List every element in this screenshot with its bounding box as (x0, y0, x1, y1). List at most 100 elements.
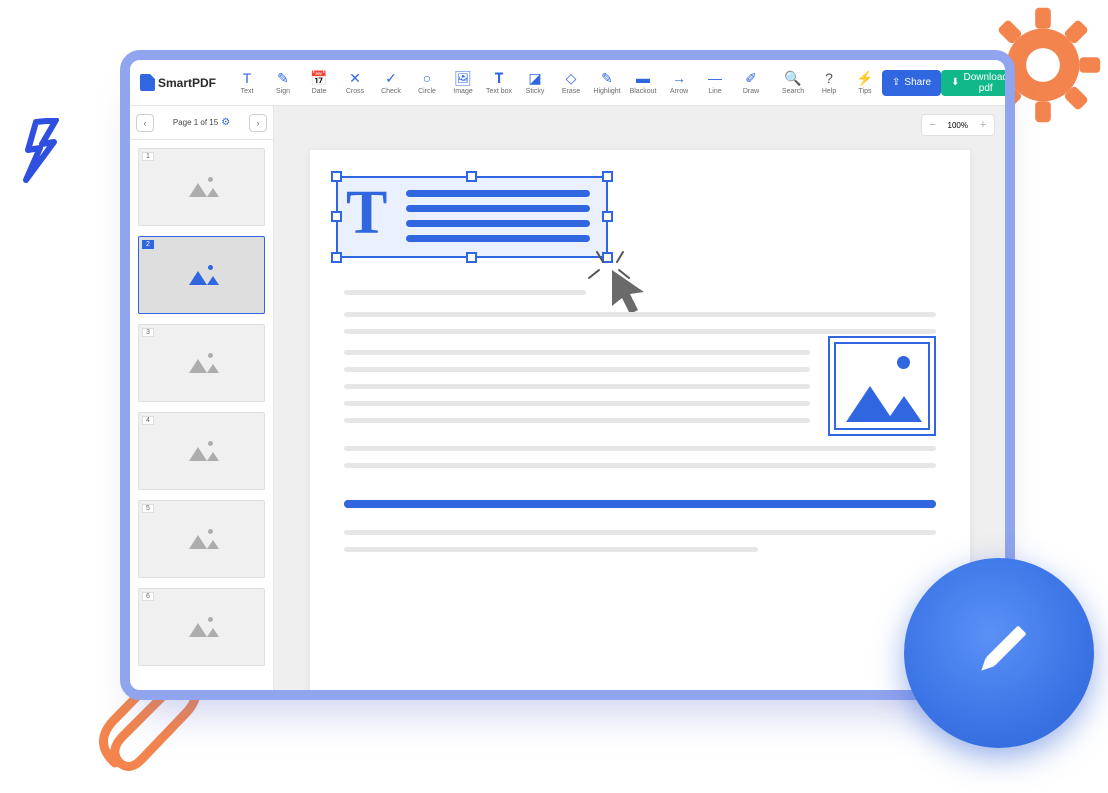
download-icon: ⬇ (951, 77, 959, 88)
resize-handle[interactable] (602, 211, 613, 222)
tool-erase[interactable]: ◇ Erase (554, 65, 588, 101)
selected-textbox[interactable]: T (336, 176, 608, 258)
tool-check[interactable]: ✓Check (374, 65, 408, 101)
resize-handle[interactable] (331, 211, 342, 222)
tool-label: Arrow (670, 88, 688, 95)
page-settings-icon[interactable]: ⚙ (221, 117, 230, 128)
resize-handle[interactable] (602, 171, 613, 182)
utility-tools: 🔍 Search? Help ⚡ Tips (776, 65, 882, 101)
tool-text[interactable]: T Text (230, 65, 264, 101)
tool-label: Sign (276, 88, 290, 95)
zoom-in-button[interactable]: + (972, 114, 994, 136)
tool-sign[interactable]: ✎ Sign (266, 65, 300, 101)
thumbnail-page-5[interactable]: 5 (138, 500, 265, 578)
thumbnail-page-6[interactable]: 6 (138, 588, 265, 666)
brand-logo: SmartPDF (140, 74, 216, 91)
page-indicator: Page 1 of 15 ⚙ (173, 117, 230, 128)
pencil-icon (960, 614, 1038, 692)
image-icon (189, 177, 215, 197)
tips-icon: ⚡ (856, 70, 873, 86)
util-tips[interactable]: ⚡ Tips (848, 65, 882, 101)
tool-image[interactable]: 🖼 Image (446, 65, 480, 101)
image-placeholder[interactable] (828, 336, 936, 436)
thumbnail-sidebar: ‹ Page 1 of 15 ⚙ › 1 2 3 4 5 6 (130, 106, 274, 690)
util-search[interactable]: 🔍 Search (776, 65, 810, 101)
tool-label: Line (708, 88, 721, 95)
text-content (344, 290, 810, 307)
date-icon: 📅 (310, 70, 327, 86)
tool-palette: T Text ✎ Sign 📅 Date ✕Cross✓Check ○ Circle 🖼 Image… (230, 65, 768, 101)
tool-sticky[interactable]: ◪Sticky (518, 65, 552, 101)
tool-label: Circle (418, 88, 436, 95)
image-icon: 🖼 (454, 70, 472, 86)
blackout-icon: ▬ (636, 70, 650, 86)
tool-highlight[interactable]: ✎ Highlight (590, 65, 624, 101)
sticky-icon: ◪ (528, 70, 541, 86)
cross-icon: ✕ (349, 70, 361, 86)
tool-label: Erase (562, 88, 580, 95)
image-icon (189, 617, 215, 637)
next-page-button[interactable]: › (249, 114, 267, 132)
page-label: Page 1 of 15 (173, 118, 218, 127)
tool-draw[interactable]: ✐Draw (734, 65, 768, 101)
line-icon: — (708, 70, 722, 86)
text-content (344, 500, 936, 520)
tool-blackout[interactable]: ▬ Blackout (626, 65, 660, 101)
thumb-number: 1 (142, 152, 154, 161)
tool-label: Image (453, 88, 472, 95)
tool-textbox[interactable]: 𝐓Text box (482, 65, 516, 101)
share-button[interactable]: ⇪ Share (882, 70, 941, 96)
tool-arrow[interactable]: → Arrow (662, 65, 696, 101)
document-canvas: − 100% + T (274, 106, 1005, 690)
tool-circle[interactable]: ○ Circle (410, 65, 444, 101)
zoom-out-button[interactable]: − (922, 114, 944, 136)
circle-icon: ○ (423, 70, 431, 86)
tool-cross[interactable]: ✕Cross (338, 65, 372, 101)
util-label: Tips (859, 88, 872, 95)
thumbnail-page-1[interactable]: 1 (138, 148, 265, 226)
help-icon: ? (825, 70, 833, 86)
tool-label: Blackout (630, 88, 657, 95)
thumbnail-page-4[interactable]: 4 (138, 412, 265, 490)
resize-handle[interactable] (466, 171, 477, 182)
textbox-t-icon: T (346, 182, 387, 244)
zoom-value: 100% (944, 121, 972, 130)
erase-icon: ◇ (566, 70, 577, 86)
download-button[interactable]: ⬇ Download pdf (941, 70, 1015, 96)
image-icon (189, 265, 215, 285)
document-page[interactable]: T (310, 150, 970, 690)
thumb-number: 2 (142, 240, 154, 249)
thumbnail-list: 1 2 3 4 5 6 (130, 140, 273, 690)
resize-handle[interactable] (331, 171, 342, 182)
highlight-icon: ✎ (601, 70, 613, 86)
util-label: Help (822, 88, 836, 95)
resize-handle[interactable] (331, 252, 342, 263)
text-content (344, 446, 936, 480)
page-navigator: ‹ Page 1 of 15 ⚙ › (130, 106, 273, 140)
text-icon: T (243, 70, 252, 86)
tool-label: Highlight (593, 88, 620, 95)
util-help[interactable]: ? Help (812, 65, 846, 101)
decorative-bolt-icon (16, 118, 68, 193)
tool-label: Date (312, 88, 327, 95)
text-content (344, 350, 810, 435)
image-icon (189, 441, 215, 461)
util-label: Search (782, 88, 804, 95)
tool-line[interactable]: — Line (698, 65, 732, 101)
tool-date[interactable]: 📅 Date (302, 65, 336, 101)
tool-label: Text (241, 88, 254, 95)
sign-icon: ✎ (277, 70, 289, 86)
resize-handle[interactable] (466, 252, 477, 263)
thumbnail-page-2[interactable]: 2 (138, 236, 265, 314)
thumbnail-page-3[interactable]: 3 (138, 324, 265, 402)
arrow-icon: → (672, 70, 686, 86)
search-icon: 🔍 (784, 70, 801, 86)
brand-icon (140, 74, 155, 91)
thumb-number: 3 (142, 328, 154, 337)
draw-icon: ✐ (745, 70, 757, 86)
brand-name: SmartPDF (158, 76, 216, 90)
workspace: ‹ Page 1 of 15 ⚙ › 1 2 3 4 5 6 − 100% + T (130, 106, 1005, 690)
prev-page-button[interactable]: ‹ (136, 114, 154, 132)
share-icon: ⇪ (892, 77, 900, 88)
edit-fab-button[interactable] (904, 558, 1094, 748)
